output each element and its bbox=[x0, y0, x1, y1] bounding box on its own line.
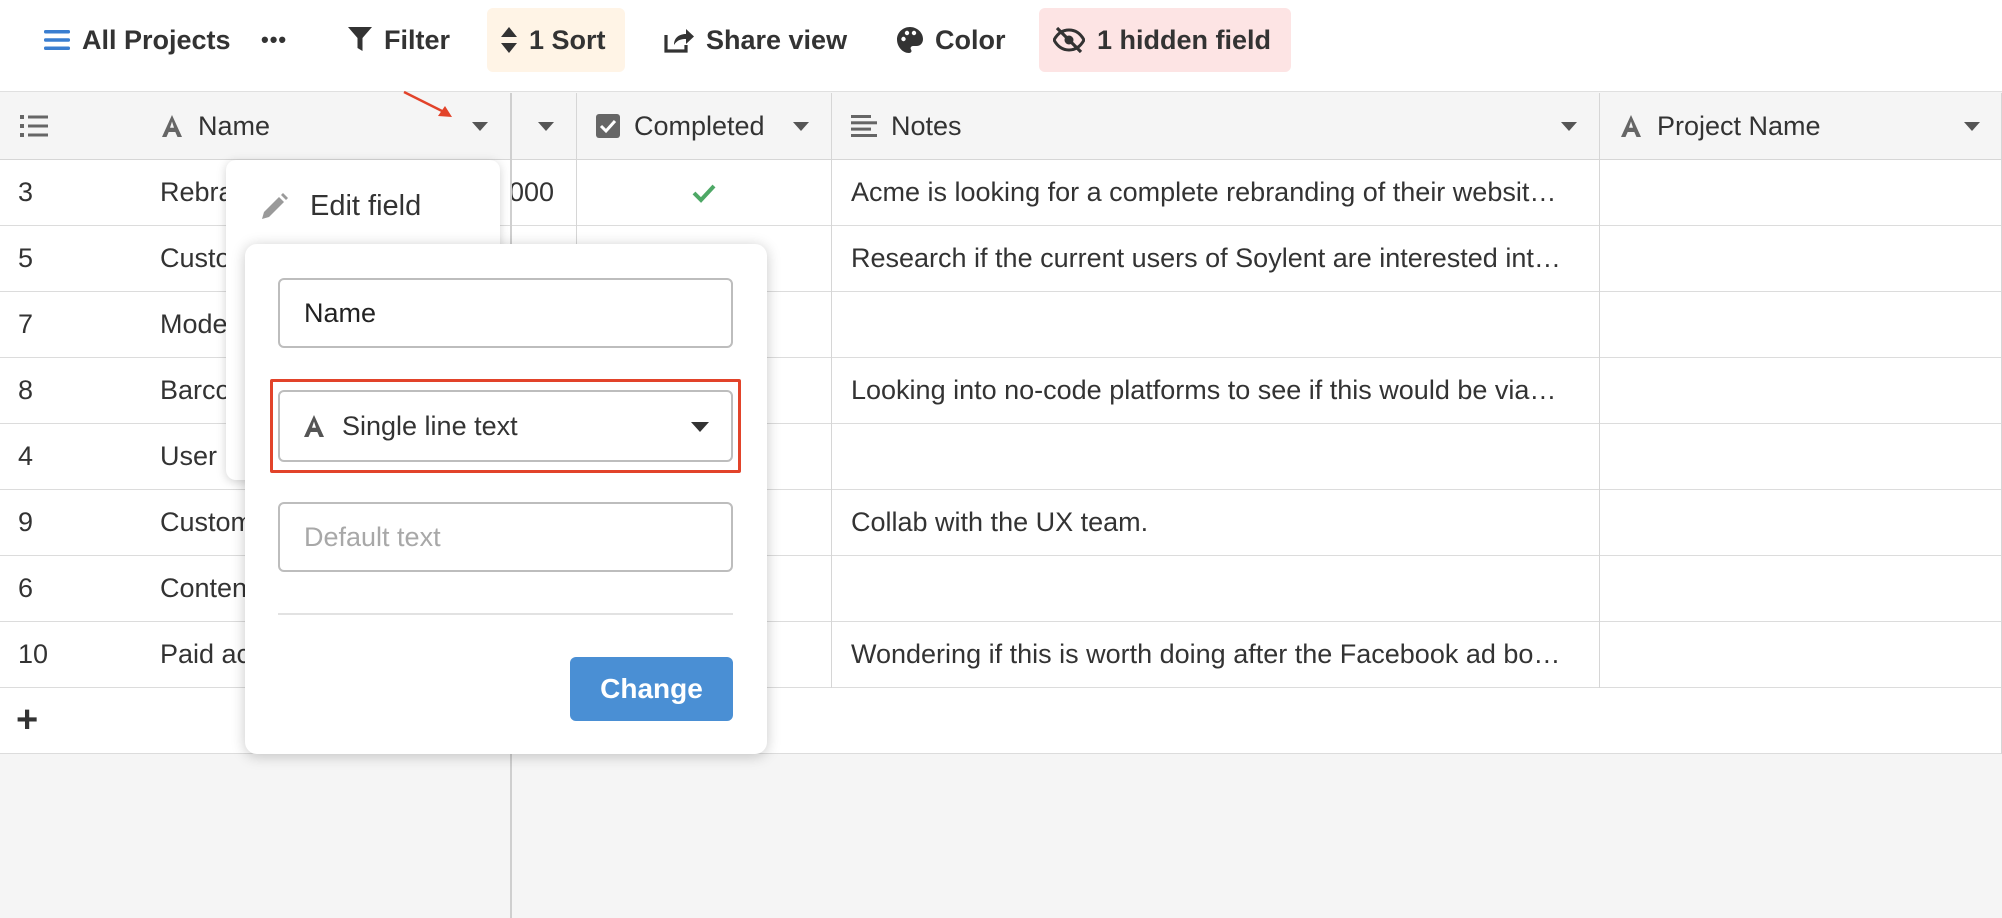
pencil-icon bbox=[262, 192, 288, 219]
filter-label: Filter bbox=[384, 24, 451, 55]
share-label: Share view bbox=[706, 24, 848, 55]
chevron-down-icon[interactable] bbox=[538, 122, 554, 131]
column-header-completed[interactable]: Completed bbox=[576, 93, 831, 160]
eye-slash-icon bbox=[1053, 27, 1085, 53]
sort-button[interactable]: 1 Sort bbox=[487, 8, 625, 72]
chevron-down-icon[interactable] bbox=[1561, 122, 1577, 131]
row-number: 5 bbox=[18, 243, 34, 273]
share-view-button[interactable]: Share view bbox=[650, 8, 861, 72]
cell-notes[interactable]: Collab with the UX team. bbox=[851, 490, 1591, 555]
more-options-button[interactable]: ••• bbox=[247, 8, 301, 72]
popover-divider bbox=[278, 613, 733, 615]
long-text-icon bbox=[851, 115, 877, 137]
row-number: 9 bbox=[18, 507, 34, 537]
chevron-down-icon[interactable] bbox=[1964, 122, 1980, 131]
cell-notes[interactable]: Looking into no-code platforms to see if… bbox=[851, 358, 1591, 423]
cell-notes[interactable]: Acme is looking for a complete rebrandin… bbox=[851, 160, 1591, 225]
cell-notes[interactable] bbox=[851, 424, 1591, 489]
row-number: 4 bbox=[18, 441, 34, 471]
column-header-project-name-label: Project Name bbox=[1657, 110, 1821, 141]
column-header-name-label: Name bbox=[198, 110, 271, 141]
column-header-project-name[interactable]: Project Name bbox=[1599, 93, 2002, 160]
column-header-notes[interactable]: Notes bbox=[831, 93, 1599, 160]
edit-field-label: Edit field bbox=[310, 190, 422, 222]
row-number: 10 bbox=[18, 639, 49, 669]
palette-icon bbox=[897, 27, 923, 53]
column-header-notes-label: Notes bbox=[891, 110, 962, 141]
view-toolbar: All Projects ••• Filter 1 Sort Share vie… bbox=[0, 0, 2002, 92]
view-switcher-button[interactable]: All Projects bbox=[30, 8, 245, 72]
sort-label: 1 Sort bbox=[529, 24, 606, 55]
color-button[interactable]: Color bbox=[883, 8, 1020, 72]
edit-field-popover: Single line text Change bbox=[245, 244, 767, 754]
add-record-icon[interactable]: + bbox=[16, 688, 76, 753]
row-number: 7 bbox=[18, 309, 34, 339]
field-name-input[interactable] bbox=[278, 278, 733, 348]
edit-field-menu-item[interactable]: Edit field bbox=[260, 190, 421, 223]
chevron-down-icon[interactable] bbox=[691, 422, 709, 432]
more-icon: ••• bbox=[261, 27, 288, 52]
row-count-icon bbox=[20, 115, 48, 137]
chevron-down-icon[interactable] bbox=[793, 122, 809, 131]
row-number: 3 bbox=[18, 177, 34, 207]
filter-button[interactable]: Filter bbox=[334, 8, 464, 72]
hide-fields-button[interactable]: 1 hidden field bbox=[1039, 8, 1291, 72]
text-field-icon bbox=[304, 415, 324, 437]
default-text-input[interactable] bbox=[278, 502, 733, 572]
sort-icon bbox=[501, 27, 517, 53]
check-icon bbox=[692, 184, 715, 203]
cell-notes[interactable] bbox=[851, 292, 1591, 357]
cell-notes[interactable] bbox=[851, 556, 1591, 621]
hidden-fields-label: 1 hidden field bbox=[1097, 24, 1272, 55]
view-name: All Projects bbox=[82, 24, 231, 55]
checkbox-field-icon bbox=[596, 114, 620, 138]
filter-icon bbox=[348, 27, 372, 51]
chevron-down-icon[interactable] bbox=[472, 122, 488, 131]
app-window: All Projects ••• Filter 1 Sort Share vie… bbox=[0, 0, 2002, 918]
share-icon bbox=[664, 29, 694, 53]
field-type-label: Single line text bbox=[342, 410, 518, 441]
field-type-select[interactable]: Single line text bbox=[278, 390, 733, 462]
change-button[interactable]: Change bbox=[570, 657, 733, 721]
column-header-completed-label: Completed bbox=[634, 110, 765, 141]
column-header-hidden-partial[interactable] bbox=[512, 93, 576, 160]
column-divider bbox=[1599, 93, 1600, 688]
annotation-arrow-icon bbox=[403, 90, 452, 117]
column-divider bbox=[831, 93, 832, 688]
cell-budget[interactable]: 000 bbox=[512, 160, 576, 225]
row-number: 6 bbox=[18, 573, 34, 603]
row-number: 8 bbox=[18, 375, 34, 405]
text-field-icon bbox=[1621, 115, 1641, 137]
color-label: Color bbox=[935, 24, 1006, 55]
hamburger-icon bbox=[44, 30, 70, 50]
text-field-icon bbox=[162, 115, 182, 137]
cell-completed[interactable] bbox=[576, 160, 831, 225]
cell-notes[interactable]: Research if the current users of Soylent… bbox=[851, 226, 1591, 291]
cell-notes[interactable]: Wondering if this is worth doing after t… bbox=[851, 622, 1591, 687]
row-number-header bbox=[0, 93, 140, 160]
